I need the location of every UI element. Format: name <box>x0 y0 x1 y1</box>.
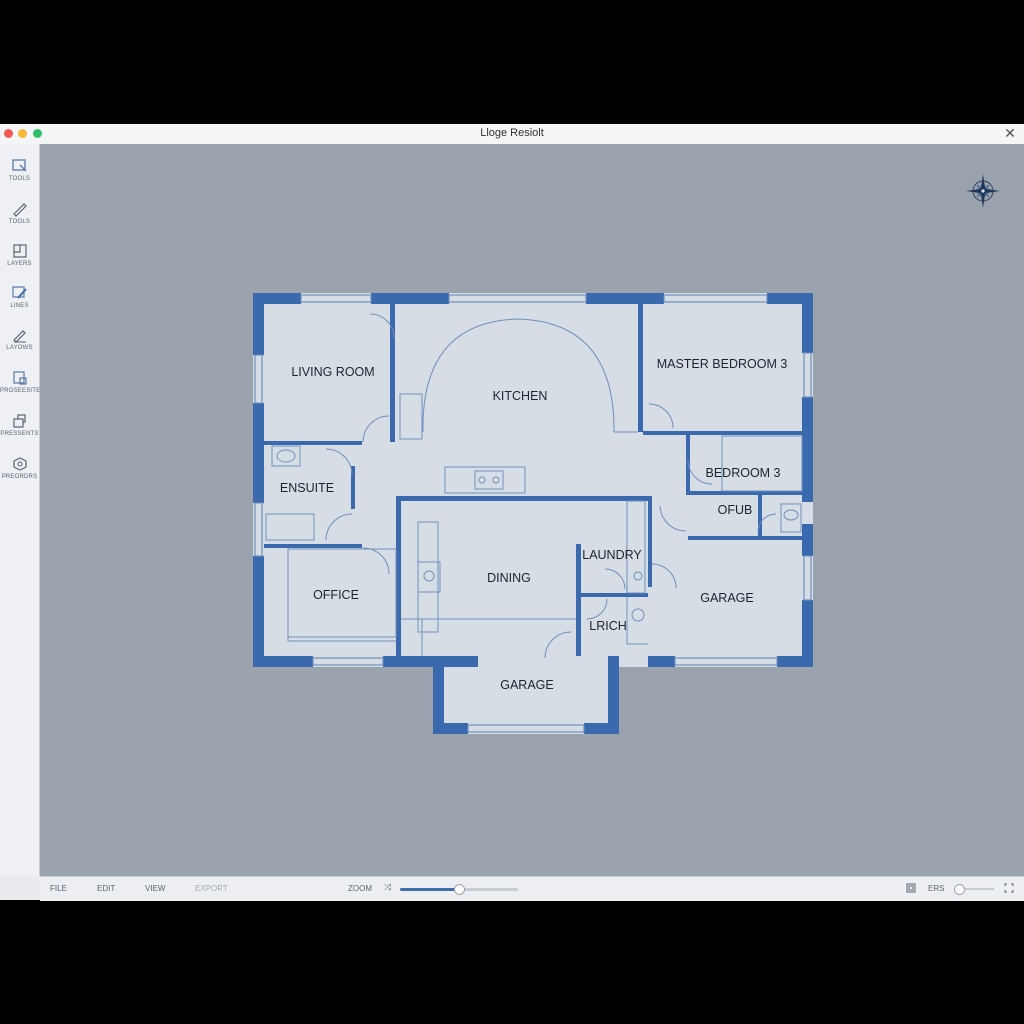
sidebar-tool-label: PRESSENTS <box>0 431 39 437</box>
room-label-kitchen: KITCHEN <box>492 389 548 403</box>
zoom-reset-icon[interactable]: ⤨ <box>384 882 391 893</box>
room-label-garage-bottom: GARAGE <box>500 678 554 692</box>
zoom-slider-thumb[interactable] <box>454 884 465 895</box>
room-label-laundry: LAUNDRY <box>582 548 642 562</box>
layers-icon <box>12 244 27 258</box>
sidebar-tool-label: TOOLS <box>8 219 31 225</box>
title-bar: Lloge Resiolt ✕ <box>0 124 1024 145</box>
fit-view-icon[interactable] <box>906 883 916 893</box>
room-label-bedroom: BEDROOM 3 <box>705 466 781 480</box>
sidebar-tool-label: LINES <box>10 303 29 309</box>
floor-plan <box>253 293 813 734</box>
sidebar-tool-label: PREORDRS <box>1 474 38 480</box>
select-tool-icon <box>11 159 26 172</box>
preferences-icon <box>12 457 27 471</box>
sidebar-tool-preferences[interactable]: PREORDRS <box>0 448 39 488</box>
app-window: Lloge Resiolt ✕ TOOLS TOOLS LAYERS LINES… <box>0 124 1024 901</box>
zoom-slider[interactable] <box>400 884 518 895</box>
properties-icon <box>12 371 27 385</box>
sidebar-tool-label: LAYOWS <box>6 345 33 351</box>
sidebar-tool-select[interactable]: TOOLS <box>0 150 39 190</box>
sidebar-tool-label: TOOLS <box>8 176 31 182</box>
room-label-dining: DINING <box>487 571 531 585</box>
sidebar-tool-edit[interactable]: LAYOWS <box>0 319 39 359</box>
zoom-slider-fill <box>400 888 459 891</box>
menu-edit[interactable]: EDIT <box>97 884 115 893</box>
menu-export[interactable]: EXPORT <box>195 884 228 893</box>
pencil-icon <box>12 203 27 217</box>
room-label-ensuite: ENSUITE <box>279 481 335 495</box>
window-title: Lloge Resiolt <box>480 127 544 139</box>
menu-view[interactable]: VIEW <box>145 884 165 893</box>
room-label-garage-right: GARAGE <box>700 591 754 605</box>
secondary-slider[interactable] <box>954 884 994 895</box>
ers-label: ERS <box>928 884 945 893</box>
menu-file[interactable]: FILE <box>50 884 67 893</box>
room-label-living-room: LIVING ROOM <box>291 365 375 379</box>
room-label-office-small: OFUB <box>717 503 753 517</box>
sidebar-tool-label: PROSEESITES <box>0 388 45 394</box>
room-label-office: OFFICE <box>313 588 359 602</box>
sidebar-tool-presets[interactable]: PRESSENTS <box>0 405 39 445</box>
sidebar-tool-layers[interactable]: LAYERS <box>0 235 39 275</box>
sidebar-tool-properties[interactable]: PROSEESITES <box>0 362 45 402</box>
sidebar-tool-label: LAYERS <box>7 261 32 267</box>
sidebar-tool-lines[interactable]: LINES <box>0 277 39 317</box>
close-icon[interactable]: ✕ <box>1002 125 1018 141</box>
presets-icon <box>12 414 26 428</box>
room-label-master-bedroom: MASTER BEDROOM 3 <box>656 357 788 371</box>
fullscreen-icon[interactable] <box>1004 883 1014 893</box>
drawing-canvas[interactable]: LIVING ROOM KITCHEN MASTER BEDROOM 3 ENS… <box>40 144 1024 876</box>
tool-sidebar: TOOLS TOOLS LAYERS LINES LAYOWS PROSEESI… <box>0 144 45 876</box>
secondary-slider-thumb[interactable] <box>954 884 965 895</box>
room-label-lrich: LRICH <box>589 619 627 633</box>
edit-icon <box>12 330 26 343</box>
bottom-toolbar: FILE EDIT VIEW EXPORT ZOOM ⤨ ERS <box>40 876 1024 901</box>
zoom-label: ZOOM <box>348 884 372 893</box>
line-tool-icon <box>11 286 27 299</box>
sidebar-tool-pencil[interactable]: TOOLS <box>0 193 39 233</box>
